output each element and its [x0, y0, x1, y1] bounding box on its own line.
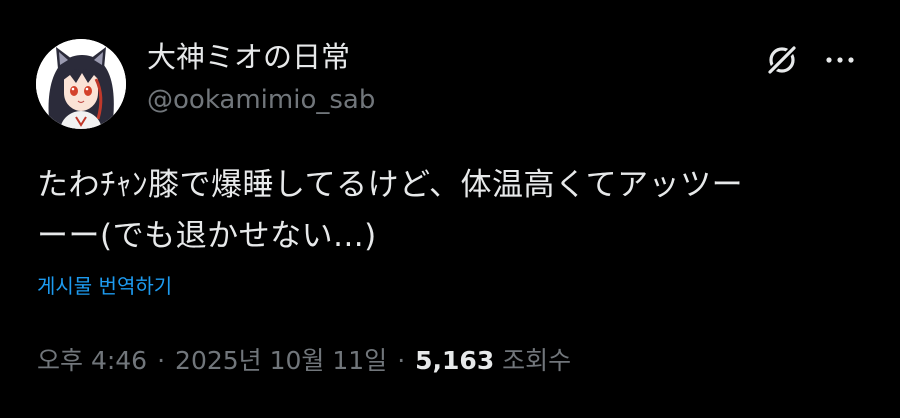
tweet-text: たわﾁｬﾝ膝で爆睡してるけど、体温高くてアッツー ーー(でも退かせない...)	[37, 160, 867, 262]
meta-separator: ·	[157, 346, 166, 375]
post-date[interactable]: 2025년 10월 11일	[175, 346, 387, 375]
author-handle[interactable]: @ookamimio_sab	[147, 83, 375, 117]
tweet-text-line-2: ーー(でも退かせない...)	[37, 218, 377, 254]
translate-post-link[interactable]: 게시물 번역하기	[37, 271, 172, 301]
more-icon[interactable]	[822, 50, 858, 70]
views-count[interactable]: 5,163	[415, 346, 494, 375]
meta-separator: ·	[397, 346, 406, 375]
views-label: 조회수	[502, 346, 572, 375]
author-display-name[interactable]: 大神ミオの日常	[147, 38, 350, 76]
tweet-card: 大神ミオの日常 @ookamimio_sab たわﾁｬﾝ膝で爆睡してるけど、体温…	[0, 0, 900, 418]
tweet-text-line-1: たわﾁｬﾝ膝で爆睡してるけど、体温高くてアッツー	[37, 167, 744, 203]
grok-icon[interactable]	[762, 40, 802, 80]
post-time[interactable]: 오후 4:46	[37, 346, 147, 375]
tweet-meta: 오후 4:46 · 2025년 10월 11일 · 5,163 조회수	[37, 343, 571, 379]
avatar[interactable]	[36, 39, 126, 129]
avatar-image	[36, 39, 126, 129]
